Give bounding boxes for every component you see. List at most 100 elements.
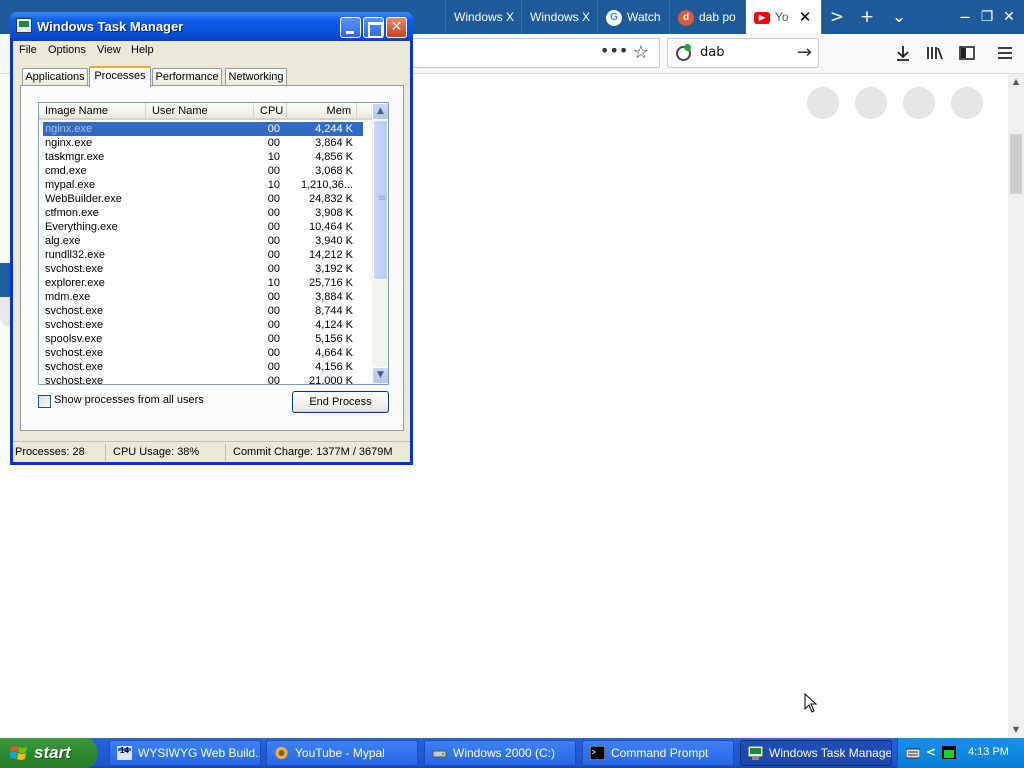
column-cpu[interactable]: CPU bbox=[254, 103, 287, 120]
scrollbar-thumb[interactable] bbox=[1010, 134, 1022, 194]
end-process-button[interactable]: End Process bbox=[292, 391, 389, 413]
process-mem: 24,832 K bbox=[308, 193, 353, 205]
downloads-icon[interactable] bbox=[890, 38, 916, 68]
maximize-button[interactable] bbox=[363, 17, 384, 38]
process-name: WebBuilder.exe bbox=[45, 193, 122, 205]
table-row[interactable]: svchost.exe 00 4,664 K bbox=[39, 346, 372, 360]
table-row[interactable]: svchost.exe 00 8,744 K bbox=[39, 304, 372, 318]
table-row-selected[interactable]: nginx.exe 00 4,244 K bbox=[43, 122, 363, 136]
scroll-tabs-button[interactable]: > bbox=[822, 0, 852, 34]
taskbar-button-label: Windows Task Manager bbox=[769, 746, 892, 760]
cmd-icon bbox=[590, 746, 605, 760]
menu-options[interactable]: Options bbox=[48, 44, 86, 56]
process-name: explorer.exe bbox=[45, 277, 105, 289]
table-row[interactable]: mypal.exe 10 1,210,36... bbox=[39, 178, 372, 192]
menu-file[interactable]: File bbox=[19, 44, 37, 56]
close-tab-icon[interactable]: ✕ bbox=[797, 9, 813, 25]
close-button[interactable]: ✕ bbox=[386, 17, 407, 38]
column-image-name[interactable]: Image Name bbox=[39, 103, 146, 120]
page-actions-menu[interactable]: ••• bbox=[600, 38, 628, 68]
status-cpu-usage: CPU Usage: 38% bbox=[113, 446, 200, 458]
process-name: svchost.exe bbox=[45, 375, 104, 385]
page-scrollbar[interactable]: ▲ ▼ bbox=[1008, 74, 1024, 738]
tab-list-button[interactable]: ⌄ bbox=[884, 0, 914, 34]
menu-help[interactable]: Help bbox=[131, 44, 154, 56]
start-label: start bbox=[34, 743, 71, 762]
table-row[interactable]: WebBuilder.exe 00 24,832 K bbox=[39, 192, 372, 206]
scroll-down-icon[interactable]: ▼ bbox=[372, 367, 388, 384]
sidebar-icon[interactable] bbox=[954, 38, 980, 68]
table-row[interactable]: alg.exe 00 3,940 K bbox=[39, 234, 372, 248]
table-row[interactable]: svchost.exe 00 21,000 K bbox=[39, 374, 372, 385]
clock[interactable]: 4:13 PM bbox=[968, 746, 1009, 758]
table-row[interactable]: explorer.exe 10 25,716 K bbox=[39, 276, 372, 290]
placeholder-circle bbox=[903, 87, 935, 119]
new-tab-button[interactable]: + bbox=[852, 0, 882, 34]
scroll-up-icon[interactable]: ▲ bbox=[372, 103, 388, 120]
table-row[interactable]: Everything.exe 00 10,464 K bbox=[39, 220, 372, 234]
scroll-up-icon[interactable]: ▲ bbox=[1008, 74, 1024, 90]
browser-tab-5[interactable]: d dab po bbox=[670, 0, 746, 34]
process-cpu: 00 bbox=[267, 347, 280, 359]
title-bar[interactable]: Windows Task Manager ✕ bbox=[10, 12, 413, 41]
taskbar-button-mypal[interactable]: YouTube - Mypal bbox=[266, 740, 418, 766]
library-icon[interactable] bbox=[922, 38, 948, 68]
table-row[interactable]: mdm.exe 00 3,884 K bbox=[39, 290, 372, 304]
desktop: s X Windows X Windows X GWatch ddab po ▶… bbox=[0, 0, 1024, 768]
show-all-users-checkbox[interactable] bbox=[38, 395, 51, 408]
process-mem: 3,884 K bbox=[315, 291, 353, 303]
bookmark-star-icon[interactable]: ☆ bbox=[630, 38, 652, 68]
scrollbar-thumb[interactable] bbox=[373, 120, 388, 280]
process-list[interactable]: Image Name User Name CPU Mem Usage nginx… bbox=[38, 102, 389, 385]
tab-processes[interactable]: Processes bbox=[89, 66, 151, 87]
close-window-button[interactable]: ✕ bbox=[994, 0, 1024, 34]
search-input[interactable]: dab bbox=[700, 45, 724, 60]
show-all-users-label[interactable]: Show processes from all users bbox=[54, 394, 204, 406]
process-name: taskmgr.exe bbox=[45, 151, 105, 163]
list-scrollbar[interactable]: ▲ ▼ bbox=[372, 103, 388, 384]
scroll-down-icon[interactable]: ▼ bbox=[1008, 722, 1024, 738]
table-row[interactable]: nginx.exe 00 3,864 K bbox=[39, 136, 372, 150]
processes-panel: Image Name User Name CPU Mem Usage nginx… bbox=[20, 85, 404, 431]
process-cpu: 00 bbox=[267, 235, 280, 247]
tab-applications[interactable]: Applications bbox=[22, 68, 88, 86]
table-row[interactable]: svchost.exe 00 4,124 K bbox=[39, 318, 372, 332]
process-cpu: 00 bbox=[267, 123, 280, 135]
drive-icon bbox=[432, 750, 447, 758]
process-name: alg.exe bbox=[45, 235, 81, 247]
window-body: File Options View Help Applications Proc… bbox=[13, 41, 410, 462]
hamburger-menu-icon[interactable] bbox=[992, 38, 1018, 68]
column-user-name[interactable]: User Name bbox=[146, 103, 254, 120]
table-row[interactable]: spoolsv.exe 00 5,156 K bbox=[39, 332, 372, 346]
table-row[interactable]: svchost.exe 00 4,156 K bbox=[39, 360, 372, 374]
tray-expand-icon[interactable]: < bbox=[926, 745, 940, 759]
table-row[interactable]: cmd.exe 00 3,068 K bbox=[39, 164, 372, 178]
column-mem-usage[interactable]: Mem Usage bbox=[287, 103, 357, 134]
start-button[interactable]: start bbox=[0, 738, 97, 768]
process-name: svchost.exe bbox=[45, 263, 104, 275]
minimize-button[interactable] bbox=[340, 17, 361, 38]
cpu-meter-icon[interactable] bbox=[942, 746, 956, 759]
keyboard-icon[interactable] bbox=[906, 746, 920, 759]
tab-strip: Applications Processes Performance Netwo… bbox=[20, 66, 404, 87]
process-mem: 3,908 K bbox=[315, 207, 353, 219]
taskbar-button-drive[interactable]: Windows 2000 (C:) bbox=[424, 740, 576, 766]
table-row[interactable]: ctfmon.exe 00 3,908 K bbox=[39, 206, 372, 220]
table-row[interactable]: rundll32.exe 00 14,212 K bbox=[39, 248, 372, 262]
tab-label: Windows X bbox=[454, 10, 515, 24]
browser-tab-3[interactable]: Windows X bbox=[522, 0, 598, 34]
table-row[interactable]: taskmgr.exe 10 4,856 K bbox=[39, 150, 372, 164]
taskbar-button-cmd[interactable]: Command Prompt bbox=[582, 740, 734, 766]
process-name: cmd.exe bbox=[45, 165, 87, 177]
tab-performance[interactable]: Performance bbox=[152, 68, 222, 86]
browser-tab-2[interactable]: Windows X bbox=[446, 0, 522, 34]
taskbar-button-webbuilder[interactable]: 14 WYSIWYG Web Build... bbox=[109, 740, 261, 766]
taskbar-button-taskmgr[interactable]: Windows Task Manager bbox=[740, 740, 892, 766]
table-row[interactable]: svchost.exe 00 3,192 K bbox=[39, 262, 372, 276]
browser-tab-4[interactable]: G Watch bbox=[598, 0, 670, 34]
search-go-icon[interactable]: → bbox=[797, 42, 812, 63]
menu-view[interactable]: View bbox=[97, 44, 121, 56]
process-name: nginx.exe bbox=[45, 123, 93, 135]
search-box[interactable]: dab → bbox=[667, 38, 819, 68]
tab-networking[interactable]: Networking bbox=[225, 68, 287, 86]
